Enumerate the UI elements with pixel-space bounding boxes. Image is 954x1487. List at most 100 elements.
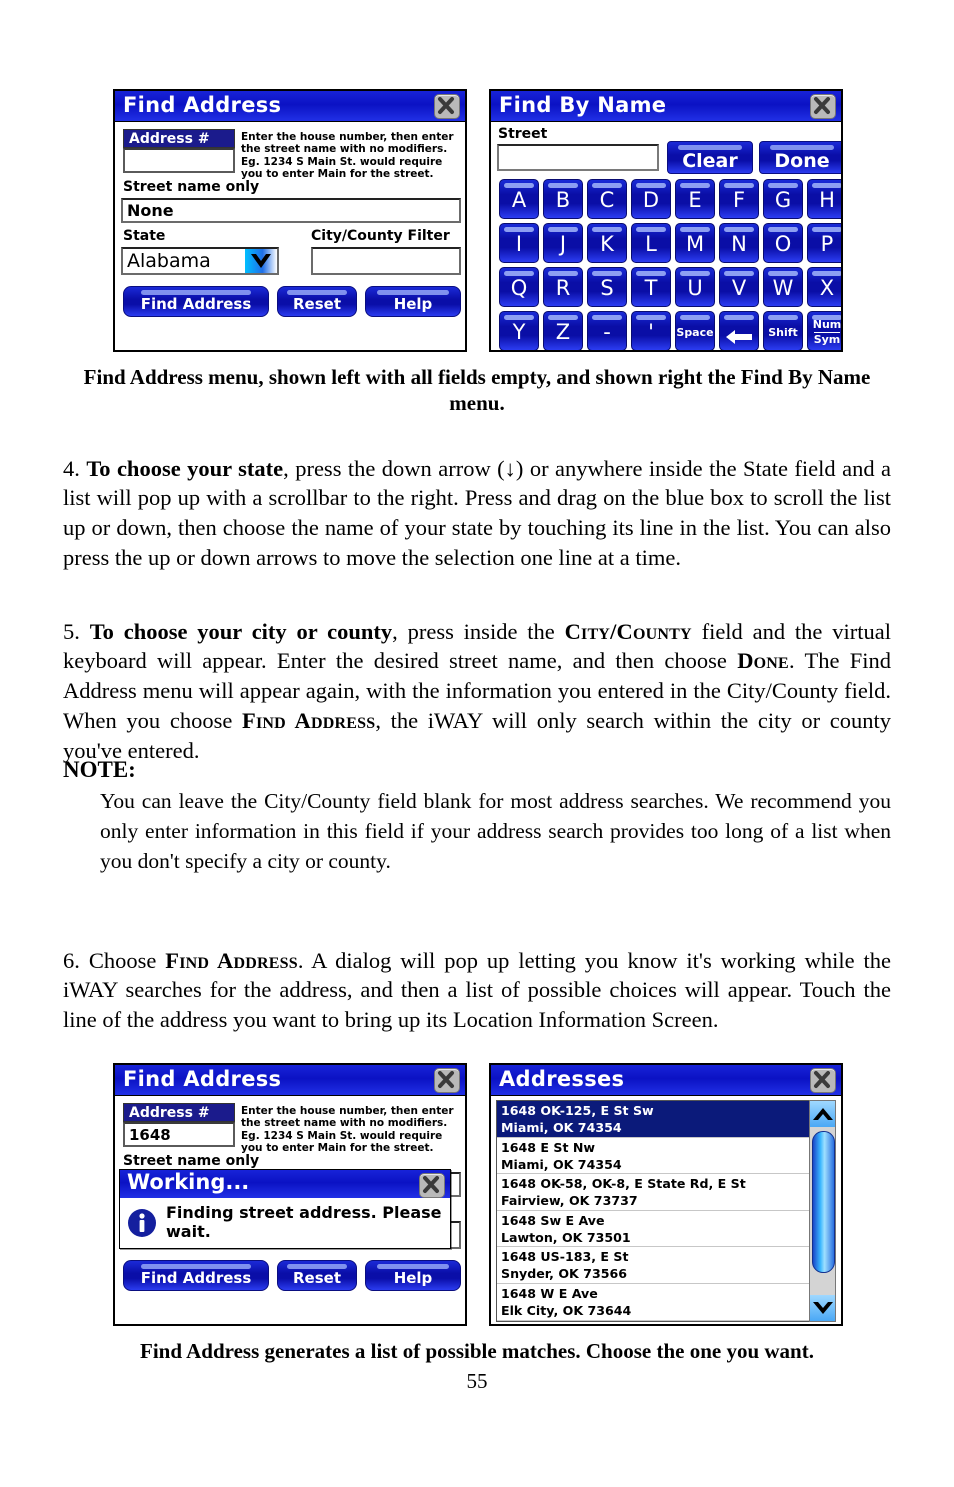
state-value: Alabama — [127, 250, 211, 272]
step-4-bold: To choose your state — [86, 455, 284, 481]
page-number: 55 — [466, 1369, 488, 1393]
chevron-down-icon[interactable] — [245, 249, 277, 273]
reset-button[interactable]: Reset — [277, 286, 357, 317]
key-q[interactable]: Q — [499, 267, 539, 307]
reset-button[interactable]: Reset — [277, 1260, 357, 1291]
find-address-button[interactable]: Find Address — [123, 286, 269, 317]
title-bar: Find By Name — [491, 91, 841, 122]
key-i[interactable]: I — [499, 223, 539, 263]
backspace-arrow-icon[interactable] — [719, 311, 759, 350]
key-u[interactable]: U — [675, 267, 715, 307]
address-result-list[interactable]: 1648 OK-125, E St Sw Miami, OK 74354 1648 … — [496, 1100, 810, 1322]
close-icon[interactable] — [810, 94, 836, 119]
address-list-item[interactable]: 1648 OK-58, OK-8, E State Rd, E St Fairvi… — [497, 1174, 809, 1211]
instruction-hint: Enter the house number, then enter the s… — [241, 131, 454, 180]
title-bar: Find Address — [115, 91, 465, 122]
done-button[interactable]: Done — [759, 141, 841, 174]
chevron-down-icon[interactable] — [810, 1295, 835, 1321]
key-label: Y — [512, 320, 526, 344]
address-list-item[interactable]: 1648 US-183, E St Snyder, OK 73566 — [497, 1247, 809, 1284]
street-input[interactable] — [497, 144, 659, 171]
key-f[interactable]: F — [719, 179, 759, 219]
chevron-up-icon[interactable] — [810, 1101, 835, 1127]
working-dialog: Working... Finding street address. Pleas… — [119, 1169, 451, 1249]
find-address-button-label: Find Address — [140, 1269, 252, 1287]
close-icon[interactable] — [810, 1068, 836, 1093]
address-list-item[interactable]: 1648 OK-125, E St Sw Miami, OK 74354 — [497, 1101, 809, 1138]
window-body: Street Clear Done A B C D E F G H I J K L M N O P Q R S T… — [491, 122, 842, 350]
key-label: H — [819, 188, 835, 212]
key-w[interactable]: W — [763, 267, 803, 307]
key-v[interactable]: V — [719, 267, 759, 307]
paragraph-step-5: 5. To choose your city or county, press … — [63, 617, 891, 766]
help-button[interactable]: Help — [365, 1260, 461, 1291]
key-h[interactable]: H — [807, 179, 841, 219]
address-city-line: Snyder, OK 73566 — [501, 1266, 627, 1282]
key-s[interactable]: S — [587, 267, 627, 307]
key-label: A — [511, 188, 527, 212]
scrollbar-thumb[interactable] — [812, 1131, 835, 1273]
key-l[interactable]: L — [631, 223, 671, 263]
key-label: Z — [555, 320, 571, 344]
close-icon[interactable] — [434, 94, 460, 119]
address-city-line: Lawton, OK 73501 — [501, 1229, 631, 1245]
key-m[interactable]: M — [675, 223, 715, 263]
key-p[interactable]: P — [807, 223, 841, 263]
address-list-item[interactable]: 1648 E St Nw Miami, OK 74354 — [497, 1138, 809, 1175]
key-a[interactable]: A — [499, 179, 539, 219]
window-body: 1648 OK-125, E St Sw Miami, OK 74354 1648 … — [491, 1096, 841, 1324]
key-label: M — [685, 232, 705, 256]
key-b[interactable]: B — [543, 179, 583, 219]
address-city-line: Fairview, OK 73737 — [501, 1193, 638, 1209]
reset-button-label: Reset — [293, 1269, 341, 1287]
key-t[interactable]: T — [631, 267, 671, 307]
address-city-line: Miami, OK 74354 — [501, 1156, 622, 1172]
key-label: C — [599, 188, 615, 212]
title-bar: Find Address — [115, 1065, 465, 1096]
instruction-hint: Enter the house number, then enter the s… — [241, 1105, 454, 1154]
address-list-item[interactable]: 1648 Sw E Ave Lawton, OK 73501 — [497, 1211, 809, 1248]
state-dropdown[interactable]: Alabama — [121, 247, 279, 275]
key-apostrophe[interactable]: ' — [631, 311, 671, 350]
address-list-item[interactable]: 1648 W E Ave Elk City, OK 73644 — [497, 1284, 809, 1321]
key-e[interactable]: E — [675, 179, 715, 219]
close-icon[interactable] — [419, 1173, 445, 1198]
key-r[interactable]: R — [543, 267, 583, 307]
key-g[interactable]: G — [763, 179, 803, 219]
key-n[interactable]: N — [719, 223, 759, 263]
working-dialog-message: Finding street address. Please wait. — [166, 1203, 442, 1241]
key-label: I — [515, 232, 523, 256]
find-address-button[interactable]: Find Address — [123, 1260, 269, 1291]
key-x[interactable]: X — [807, 267, 841, 307]
manual-page: Find Address Address # Enter the house n… — [0, 0, 954, 1487]
address-street-line: 1648 Sw E Ave — [501, 1212, 605, 1228]
address-number-input[interactable]: 1648 — [123, 1122, 235, 1147]
list-scrollbar[interactable] — [809, 1100, 836, 1322]
key-shift[interactable]: Shift — [763, 311, 803, 350]
city-county-filter-input[interactable] — [311, 247, 461, 275]
key-hyphen[interactable]: - — [587, 311, 627, 350]
keyboard-row-3: Q R S T U V W X — [495, 267, 841, 308]
key-sheen — [679, 315, 711, 320]
key-d[interactable]: D — [631, 179, 671, 219]
key-num-sym[interactable]: Num Sym — [807, 311, 842, 350]
key-j[interactable]: J — [543, 223, 583, 263]
street-name-input[interactable]: None — [121, 198, 461, 223]
window-title: Addresses — [499, 1067, 625, 1091]
close-icon[interactable] — [434, 1068, 460, 1093]
key-y[interactable]: Y — [499, 311, 539, 350]
key-o[interactable]: O — [763, 223, 803, 263]
address-number-input[interactable] — [123, 148, 235, 173]
key-label: K — [600, 232, 614, 256]
key-k[interactable]: K — [587, 223, 627, 263]
key-space[interactable]: Space — [675, 311, 715, 350]
help-button[interactable]: Help — [365, 286, 461, 317]
note-body: You can leave the City/County field blan… — [100, 789, 891, 873]
key-num-label: Num — [812, 318, 842, 331]
key-z[interactable]: Z — [543, 311, 583, 350]
find-address-window-working: Find Address Address # 1648 Enter the ho… — [113, 1063, 467, 1326]
address-number-label: Address # — [123, 1103, 235, 1122]
address-number-label: Address # — [123, 129, 235, 148]
clear-button[interactable]: Clear — [667, 141, 753, 174]
key-c[interactable]: C — [587, 179, 627, 219]
